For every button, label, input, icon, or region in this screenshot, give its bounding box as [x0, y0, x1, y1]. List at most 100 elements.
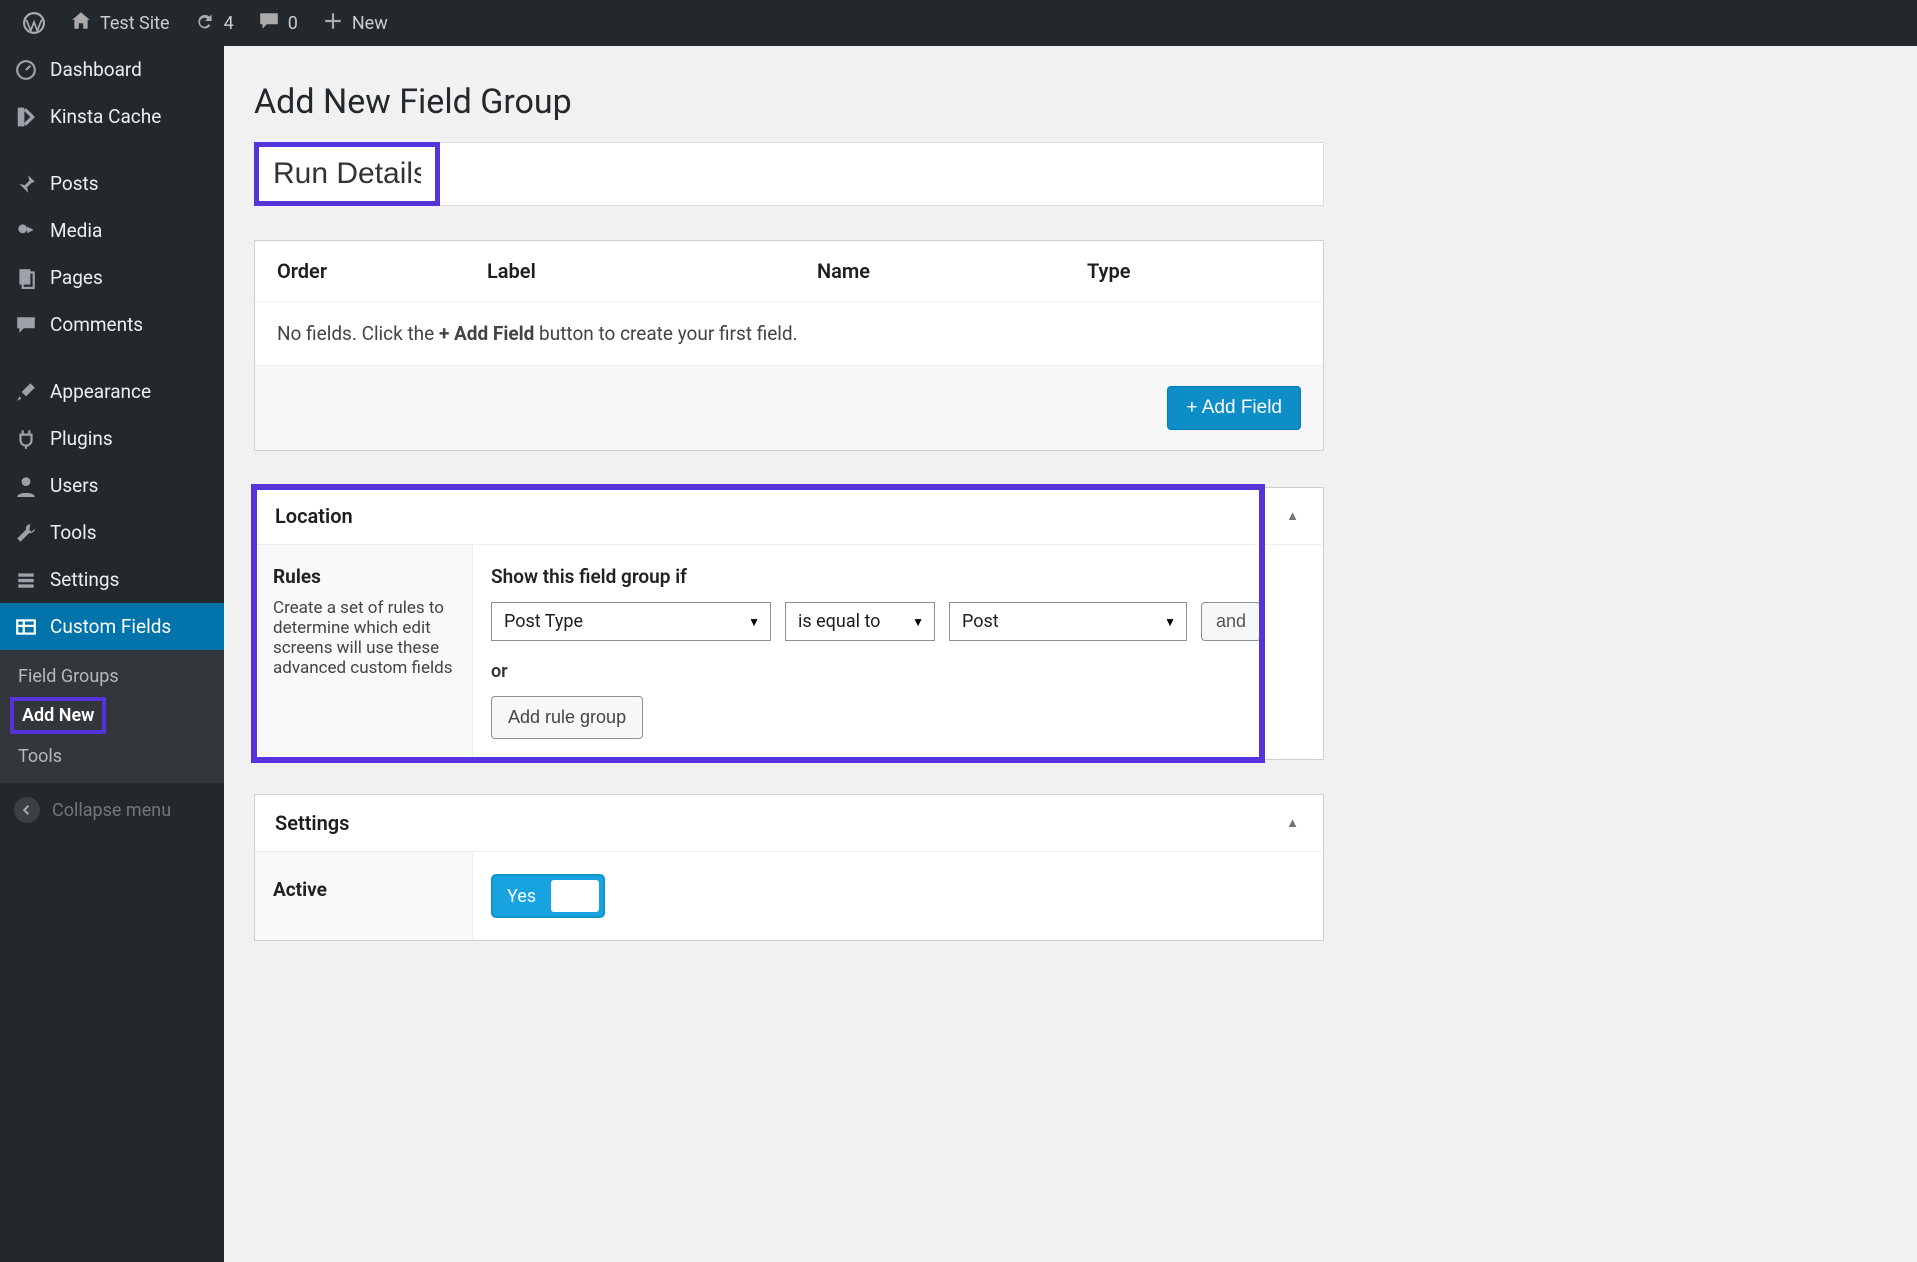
- updates-link[interactable]: 4: [182, 0, 246, 46]
- comment-icon: [258, 10, 280, 37]
- fields-table-header: Order Label Name Type: [255, 241, 1323, 302]
- main-content: Add New Field Group Order Label Name Typ…: [224, 46, 1354, 1262]
- sidebar-item-label: Tools: [50, 521, 97, 544]
- kinsta-icon: [14, 106, 38, 128]
- col-order: Order: [277, 259, 487, 283]
- comment-icon: [14, 314, 38, 336]
- group-title-input[interactable]: [259, 147, 435, 201]
- col-type: Type: [1087, 259, 1301, 283]
- chevron-down-icon: ▼: [748, 615, 760, 629]
- collapse-icon: [14, 797, 40, 823]
- sidebar-item-dashboard[interactable]: Dashboard: [0, 46, 224, 93]
- location-panel-header[interactable]: Location ▲: [255, 488, 1323, 545]
- caret-up-icon: ▲: [1286, 508, 1303, 524]
- sidebar-item-pages[interactable]: Pages: [0, 254, 224, 301]
- group-title-spacer: [440, 142, 1324, 206]
- location-heading: Location: [275, 504, 353, 528]
- sidebar-item-users[interactable]: Users: [0, 462, 224, 509]
- comments-link[interactable]: 0: [246, 0, 310, 46]
- collapse-menu[interactable]: Collapse menu: [0, 783, 224, 837]
- rule-row: Post Type ▼ is equal to ▼ Post ▼ and: [491, 602, 1305, 641]
- sidebar-item-label: Users: [50, 474, 98, 497]
- wrench-icon: [14, 522, 38, 544]
- dashboard-icon: [14, 59, 38, 81]
- sidebar-item-kinsta-cache[interactable]: Kinsta Cache: [0, 93, 224, 140]
- col-name: Name: [817, 259, 1087, 283]
- updates-count: 4: [224, 13, 234, 34]
- caret-up-icon: ▲: [1286, 815, 1303, 831]
- sidebar-item-posts[interactable]: Posts: [0, 160, 224, 207]
- sidebar-item-label: Pages: [50, 266, 103, 289]
- fields-empty-message: No fields. Click the + Add Field button …: [255, 302, 1323, 366]
- location-panel: Location ▲ Rules Create a set of rules t…: [254, 487, 1324, 760]
- comments-count: 0: [288, 13, 298, 34]
- fields-panel: Order Label Name Type No fields. Click t…: [254, 240, 1324, 451]
- pin-icon: [14, 173, 38, 195]
- sidebar-item-plugins[interactable]: Plugins: [0, 415, 224, 462]
- toggle-knob: [551, 880, 599, 912]
- chevron-down-icon: ▼: [1164, 615, 1176, 629]
- add-rule-group-button[interactable]: Add rule group: [491, 696, 643, 739]
- rule-or-label: or: [491, 661, 1305, 682]
- rule-value-select[interactable]: Post ▼: [949, 602, 1187, 641]
- wordpress-icon: [22, 11, 46, 35]
- sidebar-submenu: Field Groups Add New Tools: [0, 650, 224, 783]
- rules-help: Create a set of rules to determine which…: [273, 598, 453, 678]
- sidebar-item-custom-fields[interactable]: Custom Fields: [0, 603, 224, 650]
- page-title: Add New Field Group: [254, 64, 1324, 142]
- rules-prompt: Show this field group if: [491, 565, 1305, 588]
- sidebar-item-label: Dashboard: [50, 58, 142, 81]
- rule-and-button[interactable]: and: [1201, 602, 1261, 641]
- site-name: Test Site: [100, 13, 170, 34]
- submenu-item-tools[interactable]: Tools: [0, 738, 224, 775]
- setting-active-label: Active: [255, 852, 473, 940]
- submenu-item-add-new[interactable]: Add New: [10, 697, 106, 734]
- settings-icon: [14, 569, 38, 591]
- plus-icon: [322, 10, 344, 37]
- active-toggle[interactable]: Yes: [491, 874, 605, 918]
- location-rules-body: Show this field group if Post Type ▼ is …: [473, 545, 1323, 759]
- brush-icon: [14, 381, 38, 403]
- settings-heading: Settings: [275, 811, 349, 835]
- collapse-label: Collapse menu: [52, 800, 171, 821]
- refresh-icon: [194, 10, 216, 37]
- add-field-button[interactable]: + Add Field: [1167, 386, 1301, 430]
- settings-panel: Settings ▲ Active Yes: [254, 794, 1324, 941]
- plug-icon: [14, 428, 38, 450]
- settings-panel-header[interactable]: Settings ▲: [255, 795, 1323, 852]
- new-label: New: [352, 13, 388, 34]
- sidebar-item-label: Appearance: [50, 380, 151, 403]
- site-link[interactable]: Test Site: [58, 0, 182, 46]
- toggle-value: Yes: [493, 886, 536, 907]
- sidebar-item-appearance[interactable]: Appearance: [0, 368, 224, 415]
- sidebar-item-label: Posts: [50, 172, 99, 195]
- rule-param-select[interactable]: Post Type ▼: [491, 602, 771, 641]
- sidebar-item-label: Plugins: [50, 427, 113, 450]
- group-title-highlight: [254, 142, 440, 206]
- sidebar-item-label: Comments: [50, 313, 143, 336]
- rule-operator-select[interactable]: is equal to ▼: [785, 602, 935, 641]
- sidebar-item-label: Settings: [50, 568, 119, 591]
- sidebar-item-media[interactable]: Media: [0, 207, 224, 254]
- wp-logo[interactable]: [10, 0, 58, 46]
- sidebar-item-settings[interactable]: Settings: [0, 556, 224, 603]
- home-icon: [70, 10, 92, 37]
- sidebar-item-label: Custom Fields: [50, 615, 171, 638]
- location-rules-sidebar: Rules Create a set of rules to determine…: [255, 545, 473, 759]
- user-icon: [14, 475, 38, 497]
- admin-sidebar: Dashboard Kinsta Cache Posts Media Pages…: [0, 46, 224, 1262]
- sidebar-item-label: Kinsta Cache: [50, 105, 161, 128]
- col-label: Label: [487, 259, 817, 283]
- fields-panel-footer: + Add Field: [255, 366, 1323, 450]
- pages-icon: [14, 267, 38, 289]
- media-icon: [14, 220, 38, 242]
- sidebar-item-comments[interactable]: Comments: [0, 301, 224, 348]
- chevron-down-icon: ▼: [912, 615, 924, 629]
- sidebar-item-tools[interactable]: Tools: [0, 509, 224, 556]
- fields-icon: [14, 616, 38, 638]
- sidebar-item-label: Media: [50, 219, 102, 242]
- admin-bar: Test Site 4 0 New: [0, 0, 1917, 46]
- new-link[interactable]: New: [310, 0, 400, 46]
- rules-label: Rules: [273, 565, 454, 588]
- submenu-item-field-groups[interactable]: Field Groups: [0, 658, 224, 695]
